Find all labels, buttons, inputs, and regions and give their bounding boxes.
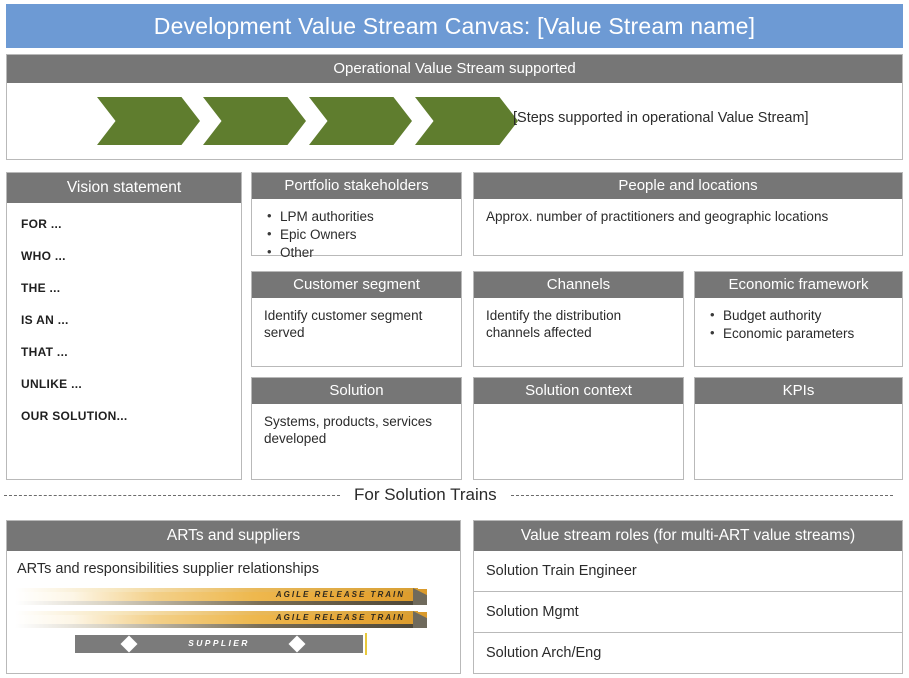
operational-steps-arrows — [97, 97, 518, 145]
train-label: AGILE RELEASE TRAIN — [275, 590, 405, 599]
kpis-header: KPIs — [695, 378, 902, 404]
value-stream-roles-header: Value stream roles (for multi-ART value … — [474, 521, 902, 551]
agile-release-train-icon: AGILE RELEASE TRAIN — [15, 611, 427, 628]
list-item: Budget authority — [710, 306, 890, 324]
train-label: AGILE RELEASE TRAIN — [275, 613, 405, 622]
people-and-locations-body: Approx. number of practitioners and geog… — [486, 209, 829, 224]
stakeholders-list: LPM authorities Epic Owners Other — [264, 207, 449, 261]
vision-line: IS AN ... — [21, 313, 69, 327]
supplier-bar-icon: SUPPLIER — [75, 633, 367, 655]
portfolio-stakeholders-card: Portfolio stakeholders LPM authorities E… — [251, 172, 462, 260]
customer-segment-header: Customer segment — [252, 272, 461, 298]
role-row: Solution Train Engineer — [474, 551, 902, 592]
value-stream-roles-card: Value stream roles (for multi-ART value … — [473, 520, 903, 674]
vision-statement-header: Vision statement — [7, 173, 241, 203]
supplier-end-tick — [365, 633, 367, 655]
economic-framework-header: Economic framework — [695, 272, 902, 298]
customer-segment-card: Customer segment Identify customer segme… — [251, 271, 462, 367]
vision-line: THE ... — [21, 281, 61, 295]
vision-statement-lines: FOR ... WHO ... THE ... IS AN ... THAT .… — [7, 203, 241, 423]
canvas-root: Development Value Stream Canvas: [Value … — [0, 0, 909, 678]
page-title-text: Development Value Stream Canvas: [Value … — [153, 12, 756, 39]
solution-trains-divider: For Solution Trains — [0, 482, 909, 508]
list-item: LPM authorities — [267, 207, 449, 225]
operational-steps-note: [Steps supported in operational Value St… — [513, 110, 809, 126]
divider-dash-right — [510, 494, 893, 496]
economic-framework-card: Economic framework Budget authority Econ… — [694, 271, 903, 367]
people-and-locations-card: People and locations Approx. number of p… — [473, 172, 903, 256]
chevron-arrow-icon — [97, 97, 200, 145]
chevron-arrow-icon — [309, 97, 412, 145]
list-item: Other — [267, 243, 449, 261]
channels-header: Channels — [474, 272, 683, 298]
solution-card: Solution Systems, products, services dev… — [251, 377, 462, 480]
kpis-body — [695, 404, 902, 422]
train-graphics: AGILE RELEASE TRAIN AGILE RELEASE TRAIN … — [7, 584, 460, 662]
economic-list: Budget authority Economic parameters — [707, 306, 890, 342]
chevron-arrow-icon — [203, 97, 306, 145]
operational-value-stream-header: Operational Value Stream supported — [7, 55, 902, 83]
divider-dash-left — [4, 494, 340, 496]
people-and-locations-header: People and locations — [474, 173, 902, 199]
vision-line: UNLIKE ... — [21, 377, 83, 391]
divider-label: For Solution Trains — [354, 485, 497, 504]
channels-body: Identify the distribution channels affec… — [486, 308, 622, 340]
economic-framework-body: Budget authority Economic parameters — [695, 298, 902, 352]
vision-line: OUR SOLUTION... — [21, 409, 128, 423]
vision-line: WHO ... — [21, 249, 66, 263]
solution-header: Solution — [252, 378, 461, 404]
chevron-arrow-icon — [415, 97, 518, 145]
page-title: Development Value Stream Canvas: [Value … — [6, 4, 903, 48]
agile-release-train-icon: AGILE RELEASE TRAIN — [15, 588, 427, 605]
list-item: Epic Owners — [267, 225, 449, 243]
solution-context-card: Solution context — [473, 377, 684, 480]
role-row: Solution Arch/Eng — [486, 645, 602, 661]
train-underframe — [15, 624, 427, 628]
vision-line: THAT ... — [21, 345, 68, 359]
vision-line: FOR ... — [21, 217, 62, 231]
portfolio-stakeholders-body: LPM authorities Epic Owners Other — [252, 199, 461, 271]
train-underframe — [15, 601, 427, 605]
solution-body: Systems, products, services developed — [264, 414, 433, 446]
solution-context-body — [474, 404, 683, 422]
arts-and-suppliers-body: ARTs and responsibilities supplier relat… — [17, 561, 319, 577]
operational-value-stream-panel: Operational Value Stream supported [Step… — [6, 54, 903, 160]
supplier-label: SUPPLIER — [188, 638, 250, 648]
arts-and-suppliers-header: ARTs and suppliers — [7, 521, 460, 551]
list-item: Economic parameters — [710, 324, 890, 342]
solution-context-header: Solution context — [474, 378, 683, 404]
customer-segment-body: Identify customer segment served — [264, 308, 423, 340]
role-row: Solution Mgmt — [474, 592, 902, 633]
operational-value-stream-body: [Steps supported in operational Value St… — [7, 83, 902, 159]
arts-and-suppliers-card: ARTs and suppliers ARTs and responsibili… — [6, 520, 461, 674]
channels-card: Channels Identify the distribution chann… — [473, 271, 684, 367]
kpis-card: KPIs — [694, 377, 903, 480]
vision-statement-card: Vision statement FOR ... WHO ... THE ...… — [6, 172, 242, 480]
portfolio-stakeholders-header: Portfolio stakeholders — [252, 173, 461, 199]
